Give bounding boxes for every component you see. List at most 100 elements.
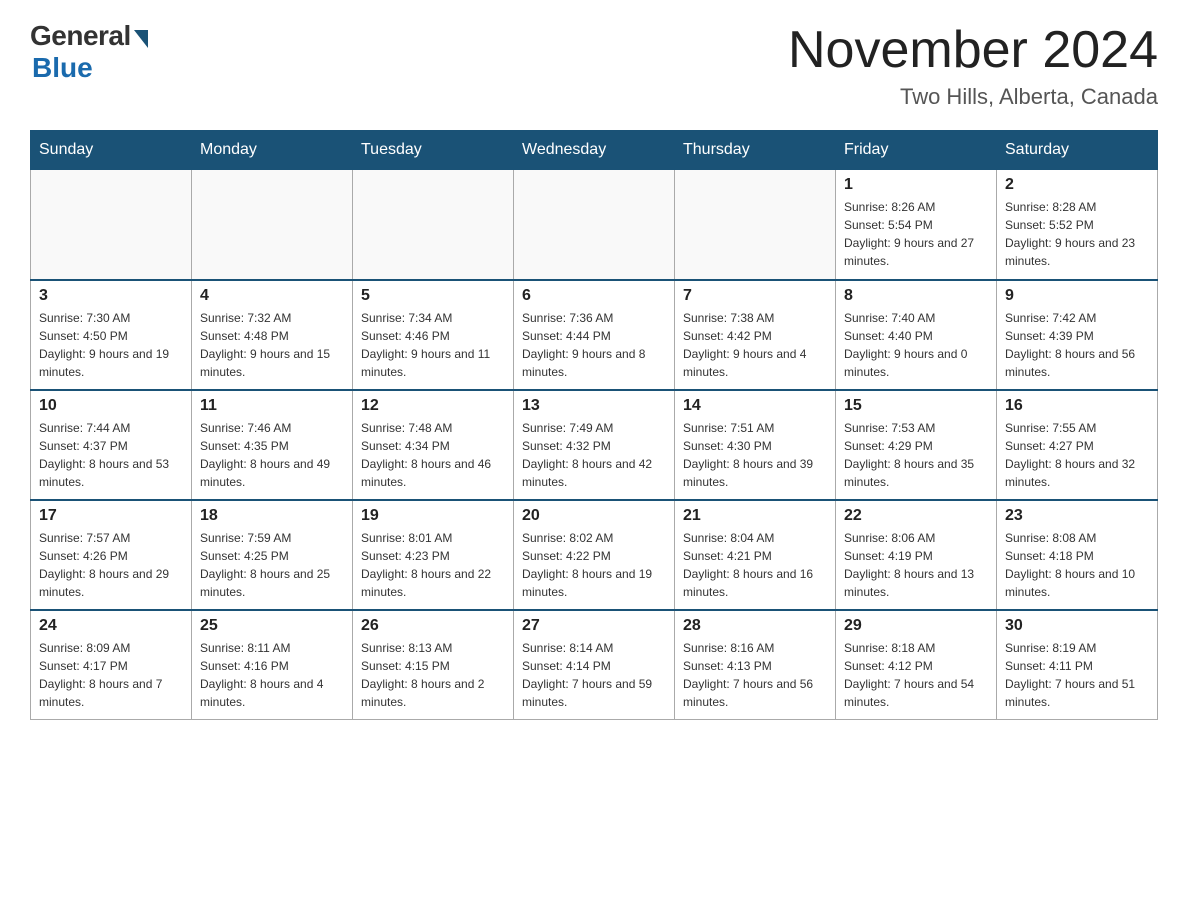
calendar-cell: 30 Sunrise: 8:19 AM Sunset: 4:11 PM Dayli… — [997, 610, 1158, 720]
logo: General Blue — [30, 20, 148, 84]
day-info: Sunrise: 7:44 AM Sunset: 4:37 PM Dayligh… — [39, 419, 183, 491]
day-number: 26 — [361, 617, 505, 635]
week-row-4: 17 Sunrise: 7:57 AM Sunset: 4:26 PM Dayli… — [31, 500, 1158, 610]
calendar-cell — [192, 170, 353, 280]
day-number: 27 — [522, 617, 666, 635]
day-info: Sunrise: 7:48 AM Sunset: 4:34 PM Dayligh… — [361, 419, 505, 491]
day-number: 15 — [844, 397, 988, 415]
day-number: 5 — [361, 287, 505, 305]
calendar-cell — [514, 170, 675, 280]
day-number: 23 — [1005, 507, 1149, 525]
day-number: 9 — [1005, 287, 1149, 305]
calendar-cell: 27Sunrise: 8:14 AM Sunset: 4:14 PM Dayli… — [514, 610, 675, 720]
day-info: Sunrise: 8:06 AM Sunset: 4:19 PM Dayligh… — [844, 529, 988, 601]
day-info: Sunrise: 7:32 AM Sunset: 4:48 PM Dayligh… — [200, 309, 344, 381]
day-info: Sunrise: 7:46 AM Sunset: 4:35 PM Dayligh… — [200, 419, 344, 491]
day-number: 24 — [39, 617, 183, 635]
day-info: Sunrise: 7:40 AM Sunset: 4:40 PM Dayligh… — [844, 309, 988, 381]
page-header: General Blue November 2024 Two Hills, Al… — [30, 20, 1158, 110]
calendar-cell: 9Sunrise: 7:42 AM Sunset: 4:39 PM Daylig… — [997, 280, 1158, 390]
day-info: Sunrise: 7:38 AM Sunset: 4:42 PM Dayligh… — [683, 309, 827, 381]
calendar-cell: 16Sunrise: 7:55 AM Sunset: 4:27 PM Dayli… — [997, 390, 1158, 500]
calendar-cell: 14 Sunrise: 7:51 AM Sunset: 4:30 PM Dayli… — [675, 390, 836, 500]
day-number: 25 — [200, 617, 344, 635]
calendar-cell: 15Sunrise: 7:53 AM Sunset: 4:29 PM Dayli… — [836, 390, 997, 500]
calendar-cell: 19Sunrise: 8:01 AM Sunset: 4:23 PM Dayli… — [353, 500, 514, 610]
calendar-cell — [353, 170, 514, 280]
day-number: 22 — [844, 507, 988, 525]
day-number: 28 — [683, 617, 827, 635]
day-info: Sunrise: 8:13 AM Sunset: 4:15 PM Dayligh… — [361, 639, 505, 711]
calendar-cell: 21 Sunrise: 8:04 AM Sunset: 4:21 PM Dayli… — [675, 500, 836, 610]
day-info: Sunrise: 7:36 AM Sunset: 4:44 PM Dayligh… — [522, 309, 666, 381]
logo-arrow-icon — [134, 30, 148, 48]
calendar-cell: 24Sunrise: 8:09 AM Sunset: 4:17 PM Dayli… — [31, 610, 192, 720]
day-info: Sunrise: 8:26 AM Sunset: 5:54 PM Dayligh… — [844, 198, 988, 270]
calendar-cell: 7 Sunrise: 7:38 AM Sunset: 4:42 PM Daylig… — [675, 280, 836, 390]
header-saturday: Saturday — [997, 131, 1158, 170]
day-info: Sunrise: 7:59 AM Sunset: 4:25 PM Dayligh… — [200, 529, 344, 601]
day-number: 14 — [683, 397, 827, 415]
calendar-table: SundayMondayTuesdayWednesdayThursdayFrid… — [30, 130, 1158, 720]
day-info: Sunrise: 7:57 AM Sunset: 4:26 PM Dayligh… — [39, 529, 183, 601]
day-info: Sunrise: 8:01 AM Sunset: 4:23 PM Dayligh… — [361, 529, 505, 601]
header-row: SundayMondayTuesdayWednesdayThursdayFrid… — [31, 131, 1158, 170]
calendar-cell: 1Sunrise: 8:26 AM Sunset: 5:54 PM Daylig… — [836, 170, 997, 280]
calendar-cell: 6 Sunrise: 7:36 AM Sunset: 4:44 PM Daylig… — [514, 280, 675, 390]
logo-general-text: General — [30, 20, 131, 52]
calendar-cell: 13 Sunrise: 7:49 AM Sunset: 4:32 PM Dayli… — [514, 390, 675, 500]
title-section: November 2024 Two Hills, Alberta, Canada — [788, 20, 1158, 110]
day-number: 29 — [844, 617, 988, 635]
day-number: 21 — [683, 507, 827, 525]
logo-blue-text: Blue — [32, 52, 93, 84]
calendar-cell: 2 Sunrise: 8:28 AM Sunset: 5:52 PM Daylig… — [997, 170, 1158, 280]
day-info: Sunrise: 8:16 AM Sunset: 4:13 PM Dayligh… — [683, 639, 827, 711]
calendar-cell: 29 Sunrise: 8:18 AM Sunset: 4:12 PM Dayli… — [836, 610, 997, 720]
day-info: Sunrise: 7:51 AM Sunset: 4:30 PM Dayligh… — [683, 419, 827, 491]
day-number: 12 — [361, 397, 505, 415]
day-number: 16 — [1005, 397, 1149, 415]
calendar-cell: 25 Sunrise: 8:11 AM Sunset: 4:16 PM Dayli… — [192, 610, 353, 720]
header-tuesday: Tuesday — [353, 131, 514, 170]
calendar-cell — [675, 170, 836, 280]
day-info: Sunrise: 8:04 AM Sunset: 4:21 PM Dayligh… — [683, 529, 827, 601]
day-number: 18 — [200, 507, 344, 525]
day-number: 4 — [200, 287, 344, 305]
header-sunday: Sunday — [31, 131, 192, 170]
day-info: Sunrise: 8:19 AM Sunset: 4:11 PM Dayligh… — [1005, 639, 1149, 711]
calendar-cell: 26 Sunrise: 8:13 AM Sunset: 4:15 PM Dayli… — [353, 610, 514, 720]
header-thursday: Thursday — [675, 131, 836, 170]
header-wednesday: Wednesday — [514, 131, 675, 170]
day-info: Sunrise: 8:18 AM Sunset: 4:12 PM Dayligh… — [844, 639, 988, 711]
calendar-cell: 20Sunrise: 8:02 AM Sunset: 4:22 PM Dayli… — [514, 500, 675, 610]
calendar-cell: 11 Sunrise: 7:46 AM Sunset: 4:35 PM Dayli… — [192, 390, 353, 500]
calendar-cell — [31, 170, 192, 280]
day-number: 7 — [683, 287, 827, 305]
day-number: 6 — [522, 287, 666, 305]
header-friday: Friday — [836, 131, 997, 170]
day-info: Sunrise: 8:02 AM Sunset: 4:22 PM Dayligh… — [522, 529, 666, 601]
day-number: 3 — [39, 287, 183, 305]
calendar-cell: 23 Sunrise: 8:08 AM Sunset: 4:18 PM Dayli… — [997, 500, 1158, 610]
day-number: 13 — [522, 397, 666, 415]
header-monday: Monday — [192, 131, 353, 170]
calendar-subtitle: Two Hills, Alberta, Canada — [788, 84, 1158, 110]
calendar-cell: 3Sunrise: 7:30 AM Sunset: 4:50 PM Daylig… — [31, 280, 192, 390]
day-info: Sunrise: 7:49 AM Sunset: 4:32 PM Dayligh… — [522, 419, 666, 491]
day-number: 11 — [200, 397, 344, 415]
day-info: Sunrise: 7:34 AM Sunset: 4:46 PM Dayligh… — [361, 309, 505, 381]
calendar-cell: 5 Sunrise: 7:34 AM Sunset: 4:46 PM Daylig… — [353, 280, 514, 390]
day-info: Sunrise: 8:08 AM Sunset: 4:18 PM Dayligh… — [1005, 529, 1149, 601]
calendar-title: November 2024 — [788, 20, 1158, 80]
day-number: 17 — [39, 507, 183, 525]
week-row-2: 3Sunrise: 7:30 AM Sunset: 4:50 PM Daylig… — [31, 280, 1158, 390]
calendar-cell: 28 Sunrise: 8:16 AM Sunset: 4:13 PM Dayli… — [675, 610, 836, 720]
day-info: Sunrise: 8:28 AM Sunset: 5:52 PM Dayligh… — [1005, 198, 1149, 270]
calendar-cell: 10Sunrise: 7:44 AM Sunset: 4:37 PM Dayli… — [31, 390, 192, 500]
day-number: 30 — [1005, 617, 1149, 635]
week-row-5: 24Sunrise: 8:09 AM Sunset: 4:17 PM Dayli… — [31, 610, 1158, 720]
day-number: 2 — [1005, 176, 1149, 194]
day-info: Sunrise: 8:11 AM Sunset: 4:16 PM Dayligh… — [200, 639, 344, 711]
week-row-3: 10Sunrise: 7:44 AM Sunset: 4:37 PM Dayli… — [31, 390, 1158, 500]
calendar-cell: 18 Sunrise: 7:59 AM Sunset: 4:25 PM Dayli… — [192, 500, 353, 610]
